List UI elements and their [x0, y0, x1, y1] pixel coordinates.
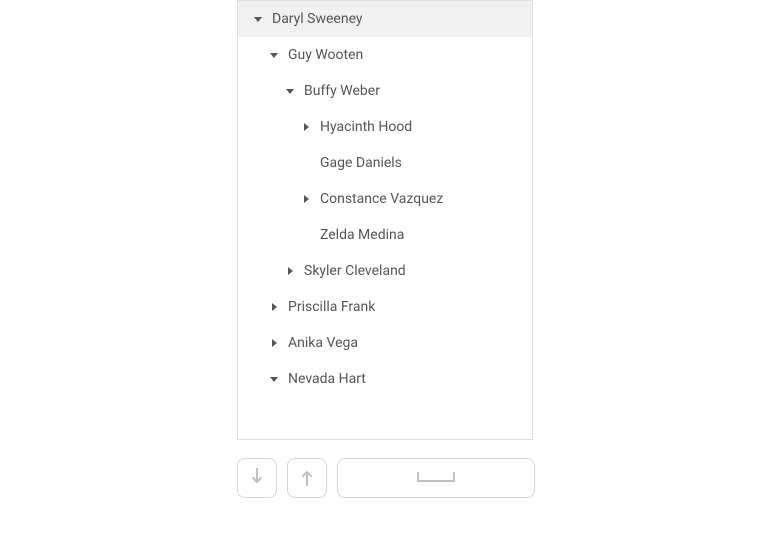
tree-item-label: Skyler Cleveland — [304, 263, 406, 279]
tree-row[interactable]: Anika Vega — [238, 325, 532, 361]
chevron-right-icon[interactable] — [300, 193, 312, 205]
tree-item-label: Hyacinth Hood — [320, 119, 412, 135]
spacebar-button[interactable] — [337, 458, 535, 498]
tree-item-label: Buffy Weber — [304, 83, 380, 99]
tree-row[interactable]: Guy Wooten — [238, 37, 532, 73]
tree-item-label: Daryl Sweeney — [272, 11, 363, 27]
tree-row[interactable]: Hyacinth Hood — [238, 109, 532, 145]
spacebar-icon — [416, 471, 456, 486]
tree-row[interactable]: Daryl Sweeney — [238, 1, 532, 37]
arrow-down-icon — [250, 468, 264, 489]
chevron-down-icon[interactable] — [268, 373, 280, 385]
arrow-up-button[interactable] — [287, 458, 327, 498]
chevron-down-icon[interactable] — [268, 49, 280, 61]
tree-item-label: Gage Daniels — [320, 155, 402, 171]
chevron-down-icon[interactable] — [284, 85, 296, 97]
chevron-down-icon[interactable] — [252, 13, 264, 25]
tree-row[interactable]: Buffy Weber — [238, 73, 532, 109]
chevron-right-icon[interactable] — [284, 265, 296, 277]
tree-item-label: Priscilla Frank — [288, 299, 375, 315]
chevron-right-icon[interactable] — [300, 121, 312, 133]
tree-row[interactable]: Nevada Hart — [238, 361, 532, 397]
chevron-right-icon[interactable] — [268, 301, 280, 313]
tree-item-label: Constance Vazquez — [320, 191, 443, 207]
arrow-down-button[interactable] — [237, 458, 277, 498]
tree-item-label: Guy Wooten — [288, 47, 363, 63]
tree-item-label: Zelda Medina — [320, 227, 404, 243]
tree-row[interactable]: Zelda Medina — [238, 217, 532, 253]
tree-row[interactable]: Priscilla Frank — [238, 289, 532, 325]
tree-item-label: Anika Vega — [288, 335, 358, 351]
tree-item-label: Nevada Hart — [288, 371, 366, 387]
tree-row[interactable]: Skyler Cleveland — [238, 253, 532, 289]
arrow-up-icon — [300, 468, 314, 489]
toolbar — [237, 458, 535, 498]
chevron-right-icon[interactable] — [268, 337, 280, 349]
tree-row[interactable]: Gage Daniels — [238, 145, 532, 181]
tree-row[interactable]: Constance Vazquez — [238, 181, 532, 217]
tree-list[interactable]: Daryl Sweeney Guy Wooten Buffy Weber Hyacin… — [237, 0, 533, 440]
